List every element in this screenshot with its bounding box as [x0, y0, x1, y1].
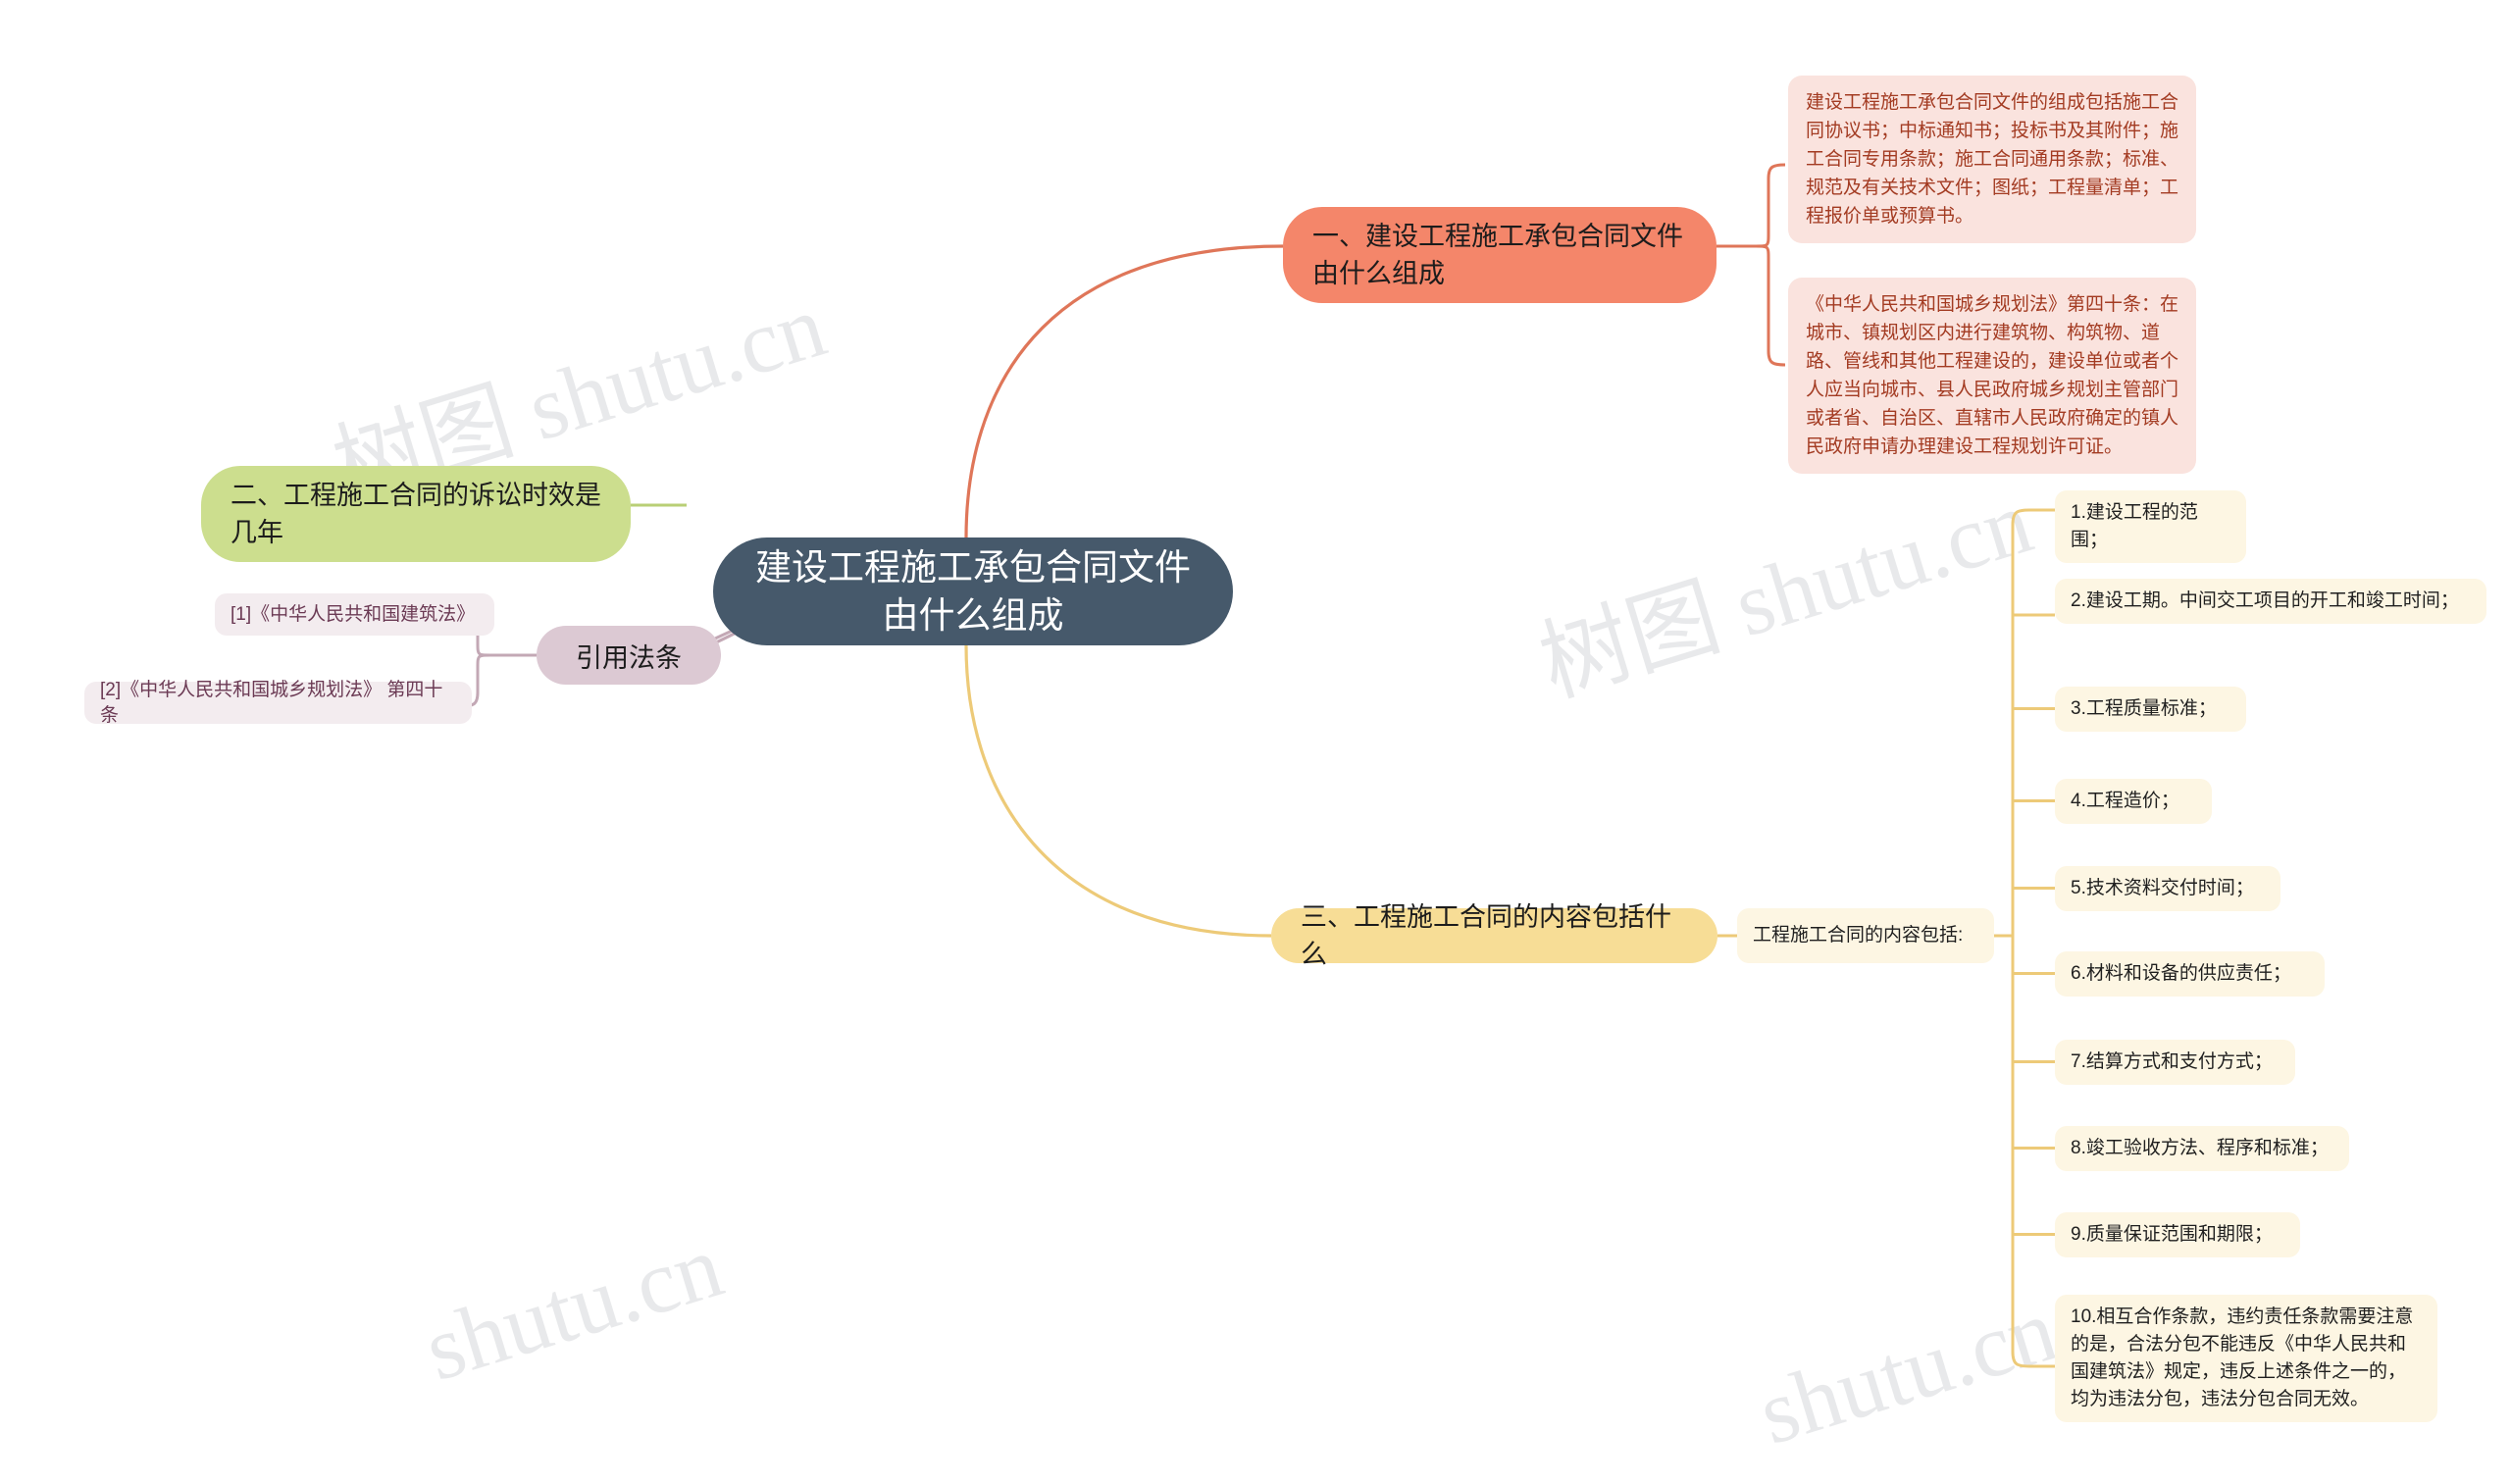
link-rail-cap-bottom	[2011, 1351, 2055, 1368]
detail-box-composition[interactable]: 建设工程施工承包合同文件的组成包括施工合同协议书；中标通知书；投标书及其附件；施…	[1788, 76, 2196, 243]
content-item[interactable]: 7.结算方式和支付方式；	[2055, 1040, 2295, 1085]
link-item-stubs	[2013, 613, 2055, 1236]
content-item[interactable]: 6.材料和设备的供应责任；	[2055, 951, 2325, 997]
link-root-branch3	[964, 644, 1272, 938]
branch-node-one[interactable]: 一、建设工程施工承包合同文件由什么组成	[1283, 207, 1717, 303]
mindmap-canvas: 树图 shutu.cn 树图 shutu.cn shutu.cn shutu.c…	[0, 0, 2511, 1484]
link-branch1-detail-1	[1755, 163, 1786, 248]
content-item[interactable]: 9.质量保证范围和期限；	[2055, 1212, 2300, 1257]
content-item[interactable]: 4.工程造价；	[2055, 779, 2212, 824]
branch-node-two[interactable]: 二、工程施工合同的诉讼时效是几年	[201, 466, 631, 562]
content-item[interactable]: 10.相互合作条款，违约责任条款需要注意的是，合法分包不能违反《中华人民共和国建…	[2055, 1295, 2437, 1422]
branch-node-three[interactable]: 三、工程施工合同的内容包括什么	[1271, 902, 1717, 969]
content-item[interactable]: 8.竣工验收方法、程序和标准；	[2055, 1126, 2349, 1171]
citation-item-1[interactable]: [1]《中华人民共和国建筑法》	[215, 593, 494, 636]
sub-node-cited-laws[interactable]: 引用法条	[537, 626, 721, 685]
link-rail-cap-top	[2011, 508, 2055, 526]
content-item[interactable]: 3.工程质量标准；	[2055, 687, 2246, 732]
content-item[interactable]: 2.建设工期。中间交工项目的开工和竣工时间；	[2055, 579, 2486, 624]
content-lead-label[interactable]: 工程施工合同的内容包括:	[1737, 908, 1994, 963]
detail-box-planning-law[interactable]: 《中华人民共和国城乡规划法》第四十条：在城市、镇规划区内进行建筑物、构筑物、道路…	[1788, 278, 2196, 474]
content-item[interactable]: 5.技术资料交付时间；	[2055, 866, 2280, 911]
content-item[interactable]: 1.建设工程的范围；	[2055, 490, 2246, 563]
link-branch1-detail-2	[1755, 244, 1786, 367]
citation-item-2[interactable]: [2]《中华人民共和国城乡规划法》 第四十条	[84, 680, 472, 726]
root-node[interactable]: 建设工程施工承包合同文件由什么组成	[713, 537, 1233, 645]
link-root-branch1	[964, 244, 1284, 538]
